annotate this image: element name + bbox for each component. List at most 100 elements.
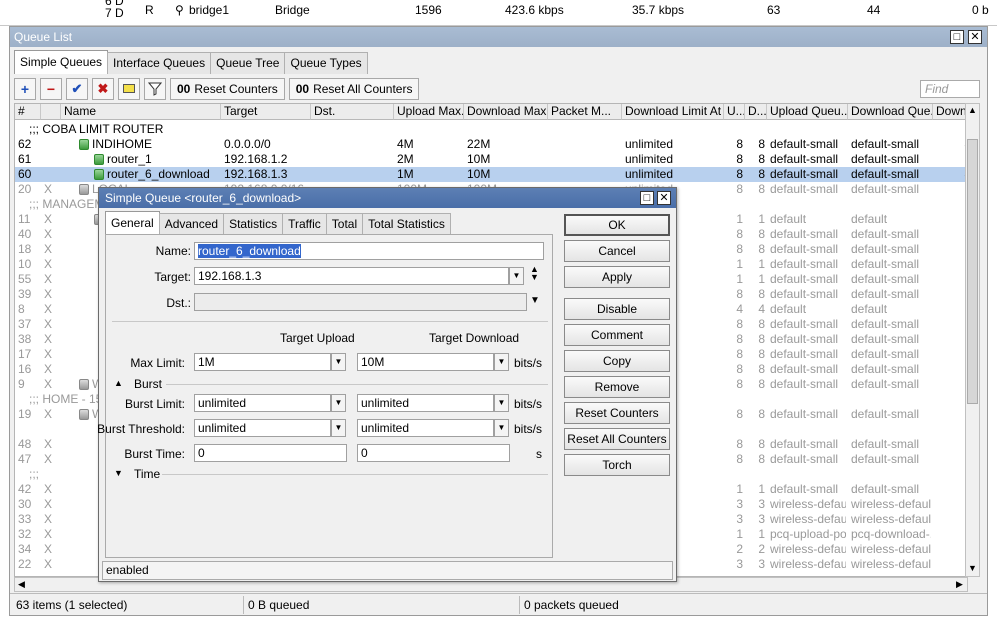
- chevron-down-icon[interactable]: ▼: [331, 353, 346, 371]
- tab-interface-queues[interactable]: Interface Queues: [107, 52, 212, 74]
- max-limit-upload-field[interactable]: 1M: [194, 353, 331, 371]
- column-header[interactable]: Download Que...: [848, 104, 933, 120]
- column-header[interactable]: D...: [745, 104, 767, 120]
- cell-u: 8: [736, 452, 743, 466]
- find-input[interactable]: Find: [920, 80, 980, 98]
- column-header[interactable]: Target: [221, 104, 311, 120]
- burst-threshold-upload-field[interactable]: unlimited: [194, 419, 331, 437]
- burst-limit-upload-field[interactable]: unlimited: [194, 394, 331, 412]
- maximize-icon[interactable]: □: [950, 30, 964, 44]
- tab-queue-tree[interactable]: Queue Tree: [210, 52, 286, 74]
- max-limit-download-field[interactable]: 10M: [357, 353, 494, 371]
- bits-unit: bits/s: [514, 397, 543, 411]
- name-value: router_6_download: [198, 244, 301, 258]
- scroll-thumb[interactable]: [967, 139, 978, 404]
- apply-button[interactable]: Apply: [564, 266, 670, 288]
- comment-icon[interactable]: [118, 78, 140, 100]
- reset-counters-button[interactable]: 00 Reset Counters: [170, 78, 285, 100]
- dialog-title-bar[interactable]: Simple Queue <router_6_download> □ ✕: [99, 188, 676, 208]
- table-row[interactable]: 61 router_1 192.168.1.2 2M 10M unlimited 8 8 def…: [15, 152, 967, 167]
- column-header[interactable]: Upload Max...: [394, 104, 464, 120]
- chevron-down-icon[interactable]: ▼: [331, 419, 346, 437]
- scroll-right-icon[interactable]: ▶: [953, 578, 966, 591]
- scroll-up-icon[interactable]: ▲: [966, 104, 979, 117]
- collapse-icon[interactable]: ▲: [114, 378, 123, 388]
- cell-d: 8: [758, 242, 765, 256]
- tab-advanced[interactable]: Advanced: [158, 213, 225, 235]
- disable-icon[interactable]: ✖: [92, 78, 114, 100]
- reset-counters-button[interactable]: Reset Counters: [564, 402, 670, 424]
- queue-list-title-bar[interactable]: Queue List □ ✕: [10, 27, 987, 47]
- chevron-down-icon[interactable]: ▼: [509, 267, 524, 285]
- add-icon[interactable]: +: [14, 78, 36, 100]
- close-icon[interactable]: ✕: [968, 30, 982, 44]
- cancel-button[interactable]: Cancel: [564, 240, 670, 262]
- chevron-down-icon[interactable]: ▼: [494, 419, 509, 437]
- table-row[interactable]: 62 INDIHOME 0.0.0.0/0 4M 22M unlimited 8 8 defau…: [15, 137, 967, 152]
- scroll-left-icon[interactable]: ◀: [15, 578, 28, 591]
- burst-time-upload-field[interactable]: 0: [194, 444, 347, 462]
- burst-limit-label: Burst Limit:: [124, 397, 185, 411]
- expand-icon[interactable]: ▼: [114, 468, 123, 478]
- tab-general[interactable]: General: [105, 211, 160, 235]
- column-header[interactable]: Download Max...: [464, 104, 548, 120]
- remove-icon[interactable]: −: [40, 78, 62, 100]
- up-down-icon[interactable]: ▲ ▼: [530, 265, 539, 282]
- cell-u: 8: [736, 377, 743, 391]
- column-header[interactable]: #: [15, 104, 41, 120]
- time-section-label[interactable]: Time: [134, 467, 160, 481]
- scroll-down-icon[interactable]: ▼: [966, 562, 979, 575]
- column-header[interactable]: Dst.: [311, 104, 394, 120]
- tab-total-statistics[interactable]: Total Statistics: [362, 213, 451, 235]
- reset-all-counters-button[interactable]: 00 Reset All Counters: [288, 78, 420, 100]
- filter-shape: [148, 82, 162, 96]
- target-field[interactable]: 192.168.1.3: [194, 267, 509, 285]
- chevron-down-icon[interactable]: ▼: [331, 394, 346, 412]
- torch-button[interactable]: Torch: [564, 454, 670, 476]
- chevron-down-icon[interactable]: ▼: [494, 353, 509, 371]
- cell-flag: X: [44, 212, 53, 226]
- copy-button[interactable]: Copy: [564, 350, 670, 372]
- reset-all-counters-button[interactable]: Reset All Counters: [564, 428, 670, 450]
- group-comment: ;;;: [29, 467, 40, 481]
- cell-num: 9: [18, 377, 25, 391]
- column-header[interactable]: [41, 104, 61, 120]
- dst-field[interactable]: [194, 293, 527, 311]
- chevron-down-icon[interactable]: ▼: [494, 394, 509, 412]
- maximize-icon[interactable]: □: [640, 191, 654, 205]
- bits-unit: bits/s: [514, 356, 543, 370]
- column-header[interactable]: U...: [724, 104, 745, 120]
- column-header[interactable]: Down: [933, 104, 967, 120]
- cell-uq: default-small: [770, 407, 839, 421]
- close-icon[interactable]: ✕: [657, 191, 671, 205]
- tab-total[interactable]: Total: [325, 213, 364, 235]
- burst-section-label[interactable]: Burst: [134, 377, 162, 391]
- cell-flag: X: [44, 512, 53, 526]
- tab-statistics[interactable]: Statistics: [223, 213, 284, 235]
- cell-dq: default-small: [851, 242, 920, 256]
- disable-button[interactable]: Disable: [564, 298, 670, 320]
- chevron-down-icon[interactable]: ▼: [530, 295, 540, 306]
- table-row[interactable]: 60 router_6_download 192.168.1.3 1M 10M unlim…: [15, 167, 967, 182]
- comment-button[interactable]: Comment: [564, 324, 670, 346]
- name-field[interactable]: router_6_download: [194, 242, 544, 260]
- column-header[interactable]: Packet M...: [548, 104, 622, 120]
- burst-time-download-field[interactable]: 0: [357, 444, 510, 462]
- enable-icon[interactable]: ✔: [66, 78, 88, 100]
- column-header[interactable]: Name: [61, 104, 221, 120]
- remove-button[interactable]: Remove: [564, 376, 670, 398]
- column-header[interactable]: Download Limit At: [622, 104, 724, 120]
- cell-uq: default-small: [770, 287, 839, 301]
- burst-threshold-download-field[interactable]: unlimited: [357, 419, 494, 437]
- ok-button[interactable]: OK: [564, 214, 670, 236]
- column-header[interactable]: Upload Queu...: [767, 104, 848, 120]
- vertical-scrollbar[interactable]: ▲ ▼: [965, 103, 980, 577]
- queue-name: INDIHOME: [92, 137, 152, 151]
- group-comment-row[interactable]: ;;; COBA LIMIT ROUTER: [15, 122, 967, 137]
- tab-queue-types[interactable]: Queue Types: [284, 52, 368, 74]
- filter-icon[interactable]: [144, 78, 166, 100]
- cell-uq: wireless-default: [770, 512, 846, 526]
- tab-traffic[interactable]: Traffic: [282, 213, 327, 235]
- burst-limit-download-field[interactable]: unlimited: [357, 394, 494, 412]
- tab-simple-queues[interactable]: Simple Queues: [14, 50, 109, 74]
